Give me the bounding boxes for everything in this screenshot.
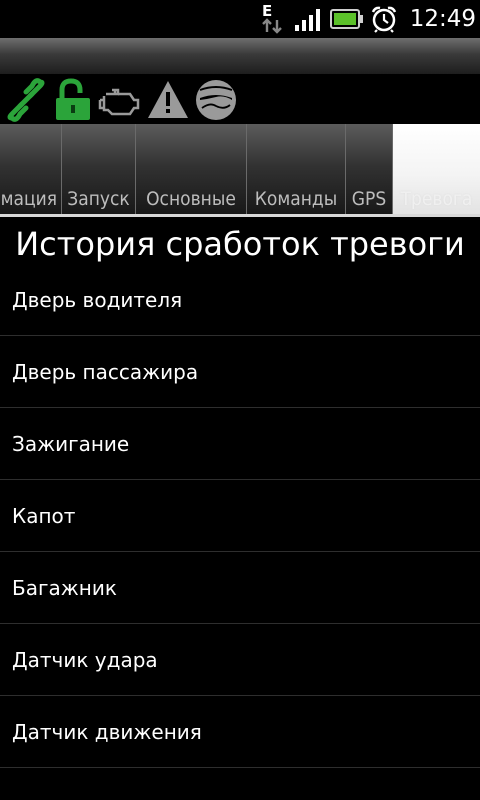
alarm-clock-icon <box>370 5 398 37</box>
list-item-label: Датчик удара <box>12 648 158 672</box>
list-item-ignition[interactable]: Зажигание <box>0 408 480 480</box>
list-item-label: Датчик движения <box>12 720 202 744</box>
tab-label: Запуск <box>67 188 130 210</box>
list-item-trunk[interactable]: Багажник <box>0 552 480 624</box>
car-status-icon <box>194 78 238 122</box>
link-icon <box>4 78 48 122</box>
list-item-label: Капот <box>12 504 76 528</box>
battery-icon <box>330 8 364 34</box>
tab-underline <box>0 214 480 217</box>
alarm-history-list: Дверь водителя Дверь пассажира Зажигание… <box>0 264 480 768</box>
list-item-passenger-door[interactable]: Дверь пассажира <box>0 336 480 408</box>
tab-gps[interactable]: GPS <box>346 124 393 216</box>
indicator-row <box>0 76 480 124</box>
tab-label: Основные <box>146 188 236 210</box>
list-item-label: Зажигание <box>12 432 130 456</box>
list-item-motion-sensor[interactable]: Датчик движения <box>0 696 480 768</box>
tab-osnovnye[interactable]: Основные <box>136 124 247 216</box>
list-item-shock-sensor[interactable]: Датчик удара <box>0 624 480 696</box>
warning-icon <box>146 78 190 122</box>
status-bar: E 12:49 <box>0 0 480 38</box>
tab-zapusk[interactable]: Запуск <box>62 124 136 216</box>
page-title: История сработок тревоги <box>15 225 465 263</box>
title-bar <box>0 38 480 74</box>
list-item-label: Дверь водителя <box>12 288 183 312</box>
engine-icon <box>98 78 142 122</box>
list-item-label: Багажник <box>12 576 117 600</box>
network-data-icon: E <box>258 2 284 36</box>
clock-time: 12:49 <box>409 6 476 32</box>
unlocked-padlock-icon <box>52 78 96 122</box>
list-item-driver-door[interactable]: Дверь водителя <box>0 264 480 336</box>
tab-trevoga[interactable]: Тревога <box>393 124 480 216</box>
list-item-hood[interactable]: Капот <box>0 480 480 552</box>
tab-label: Команды <box>254 188 338 210</box>
tab-komandy[interactable]: Команды <box>247 124 346 216</box>
tab-informaciya[interactable]: мация <box>0 124 62 216</box>
tab-bar: мация Запуск Основные Команды GPS Тревог… <box>0 124 480 216</box>
signal-icon <box>294 8 322 36</box>
list-item-label: Дверь пассажира <box>12 360 199 384</box>
tab-label: мация <box>0 188 57 210</box>
tab-label: GPS <box>351 188 387 210</box>
tab-label: Тревога <box>400 188 473 210</box>
app-screen: E 12:49 мация Запуск Основные Команды GP… <box>0 0 480 800</box>
